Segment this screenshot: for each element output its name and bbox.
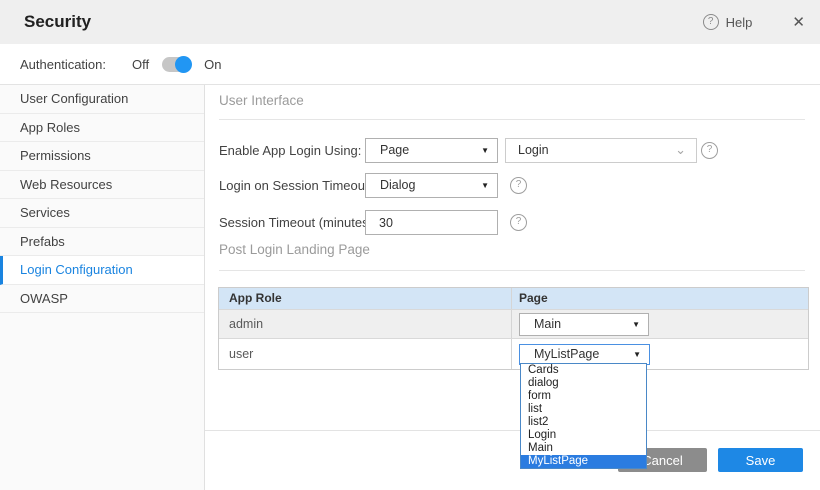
help-icon[interactable]: ?: [703, 14, 719, 30]
toggle-knob: [175, 56, 192, 73]
sidebar-item-login-configuration[interactable]: Login Configuration: [0, 256, 204, 285]
table-header-row: App Role Page: [219, 288, 808, 309]
login-session-timeout-label: Login on Session Timeout:: [219, 178, 372, 193]
authentication-toggle[interactable]: [162, 57, 191, 72]
dropdown-arrow-icon: ▼: [481, 139, 489, 162]
app-role-cell: admin: [219, 310, 511, 338]
enable-app-login-label: Enable App Login Using:: [219, 143, 361, 158]
admin-page-value: Main: [534, 314, 561, 335]
column-header-page: Page: [511, 288, 808, 309]
section-divider: [219, 119, 805, 120]
page-title: Security: [24, 0, 91, 44]
sidebar-item-owasp[interactable]: OWASP: [0, 285, 204, 314]
page-cell: Main ▼: [511, 310, 808, 338]
app-login-page-value: Login: [518, 139, 549, 162]
session-timeout-minutes-input[interactable]: [365, 210, 498, 235]
dropdown-option-list2[interactable]: list2: [521, 416, 646, 429]
footer-divider: [205, 430, 820, 431]
admin-page-select[interactable]: Main ▼: [519, 313, 649, 336]
user-page-select[interactable]: MyListPage ▼: [519, 344, 650, 365]
chevron-down-icon: ⌄: [675, 139, 686, 160]
user-page-value: MyListPage: [534, 345, 599, 364]
dropdown-option-dialog[interactable]: dialog: [521, 377, 646, 390]
sidebar-item-permissions[interactable]: Permissions: [0, 142, 204, 171]
authentication-bar: Authentication: Off On: [0, 44, 820, 85]
dropdown-option-login[interactable]: Login: [521, 429, 646, 442]
dropdown-option-cards[interactable]: Cards: [521, 364, 646, 377]
sidebar-item-prefabs[interactable]: Prefabs: [0, 228, 204, 257]
close-icon[interactable]: ✕: [792, 13, 805, 31]
table-row: user MyListPage ▼: [219, 338, 808, 369]
sidebar-item-services[interactable]: Services: [0, 199, 204, 228]
dropdown-option-main[interactable]: Main: [521, 442, 646, 455]
table-row: admin Main ▼: [219, 309, 808, 338]
sidebar-item-web-resources[interactable]: Web Resources: [0, 171, 204, 200]
post-login-table: App Role Page admin Main ▼ user MyListPa…: [218, 287, 809, 370]
dropdown-arrow-icon: ▼: [481, 174, 489, 197]
dropdown-option-list[interactable]: list: [521, 403, 646, 416]
sidebar-item-app-roles[interactable]: App Roles: [0, 114, 204, 143]
app-login-type-select[interactable]: Page ▼: [365, 138, 498, 163]
app-role-cell: user: [219, 339, 511, 369]
dropdown-arrow-icon: ▼: [632, 314, 640, 335]
login-session-timeout-select[interactable]: Dialog ▼: [365, 173, 498, 198]
sidebar-item-user-configuration[interactable]: User Configuration: [0, 85, 204, 114]
help-icon[interactable]: ?: [701, 142, 718, 159]
authentication-label: Authentication:: [20, 57, 106, 72]
help-icon[interactable]: ?: [510, 177, 527, 194]
main-content: User Interface Enable App Login Using: P…: [205, 85, 820, 490]
help-link[interactable]: Help: [726, 15, 753, 30]
session-timeout-minutes-label: Session Timeout (minutes):: [219, 215, 377, 230]
section-title-user-interface: User Interface: [219, 93, 304, 108]
login-session-timeout-value: Dialog: [380, 174, 415, 197]
dropdown-option-mylistpage[interactable]: MyListPage: [521, 455, 646, 468]
section-divider: [219, 270, 805, 271]
column-header-app-role: App Role: [219, 288, 511, 309]
toggle-off-label: Off: [132, 57, 149, 72]
settings-sidebar: User Configuration App Roles Permissions…: [0, 85, 205, 490]
window-header: Security ? Help ✕: [0, 0, 820, 44]
section-title-post-login: Post Login Landing Page: [219, 242, 370, 257]
dropdown-arrow-icon: ▼: [633, 345, 641, 364]
help-icon[interactable]: ?: [510, 214, 527, 231]
app-login-type-value: Page: [380, 139, 409, 162]
app-login-page-select[interactable]: Login ⌄: [505, 138, 697, 163]
dropdown-option-form[interactable]: form: [521, 390, 646, 403]
security-settings-window: Security ? Help ✕ Authentication: Off On…: [0, 0, 820, 490]
header-actions: ? Help ✕: [703, 0, 805, 44]
save-button[interactable]: Save: [718, 448, 803, 472]
page-select-dropdown: Cards dialog form list list2 Login Main …: [520, 363, 647, 469]
toggle-on-label: On: [204, 57, 221, 72]
